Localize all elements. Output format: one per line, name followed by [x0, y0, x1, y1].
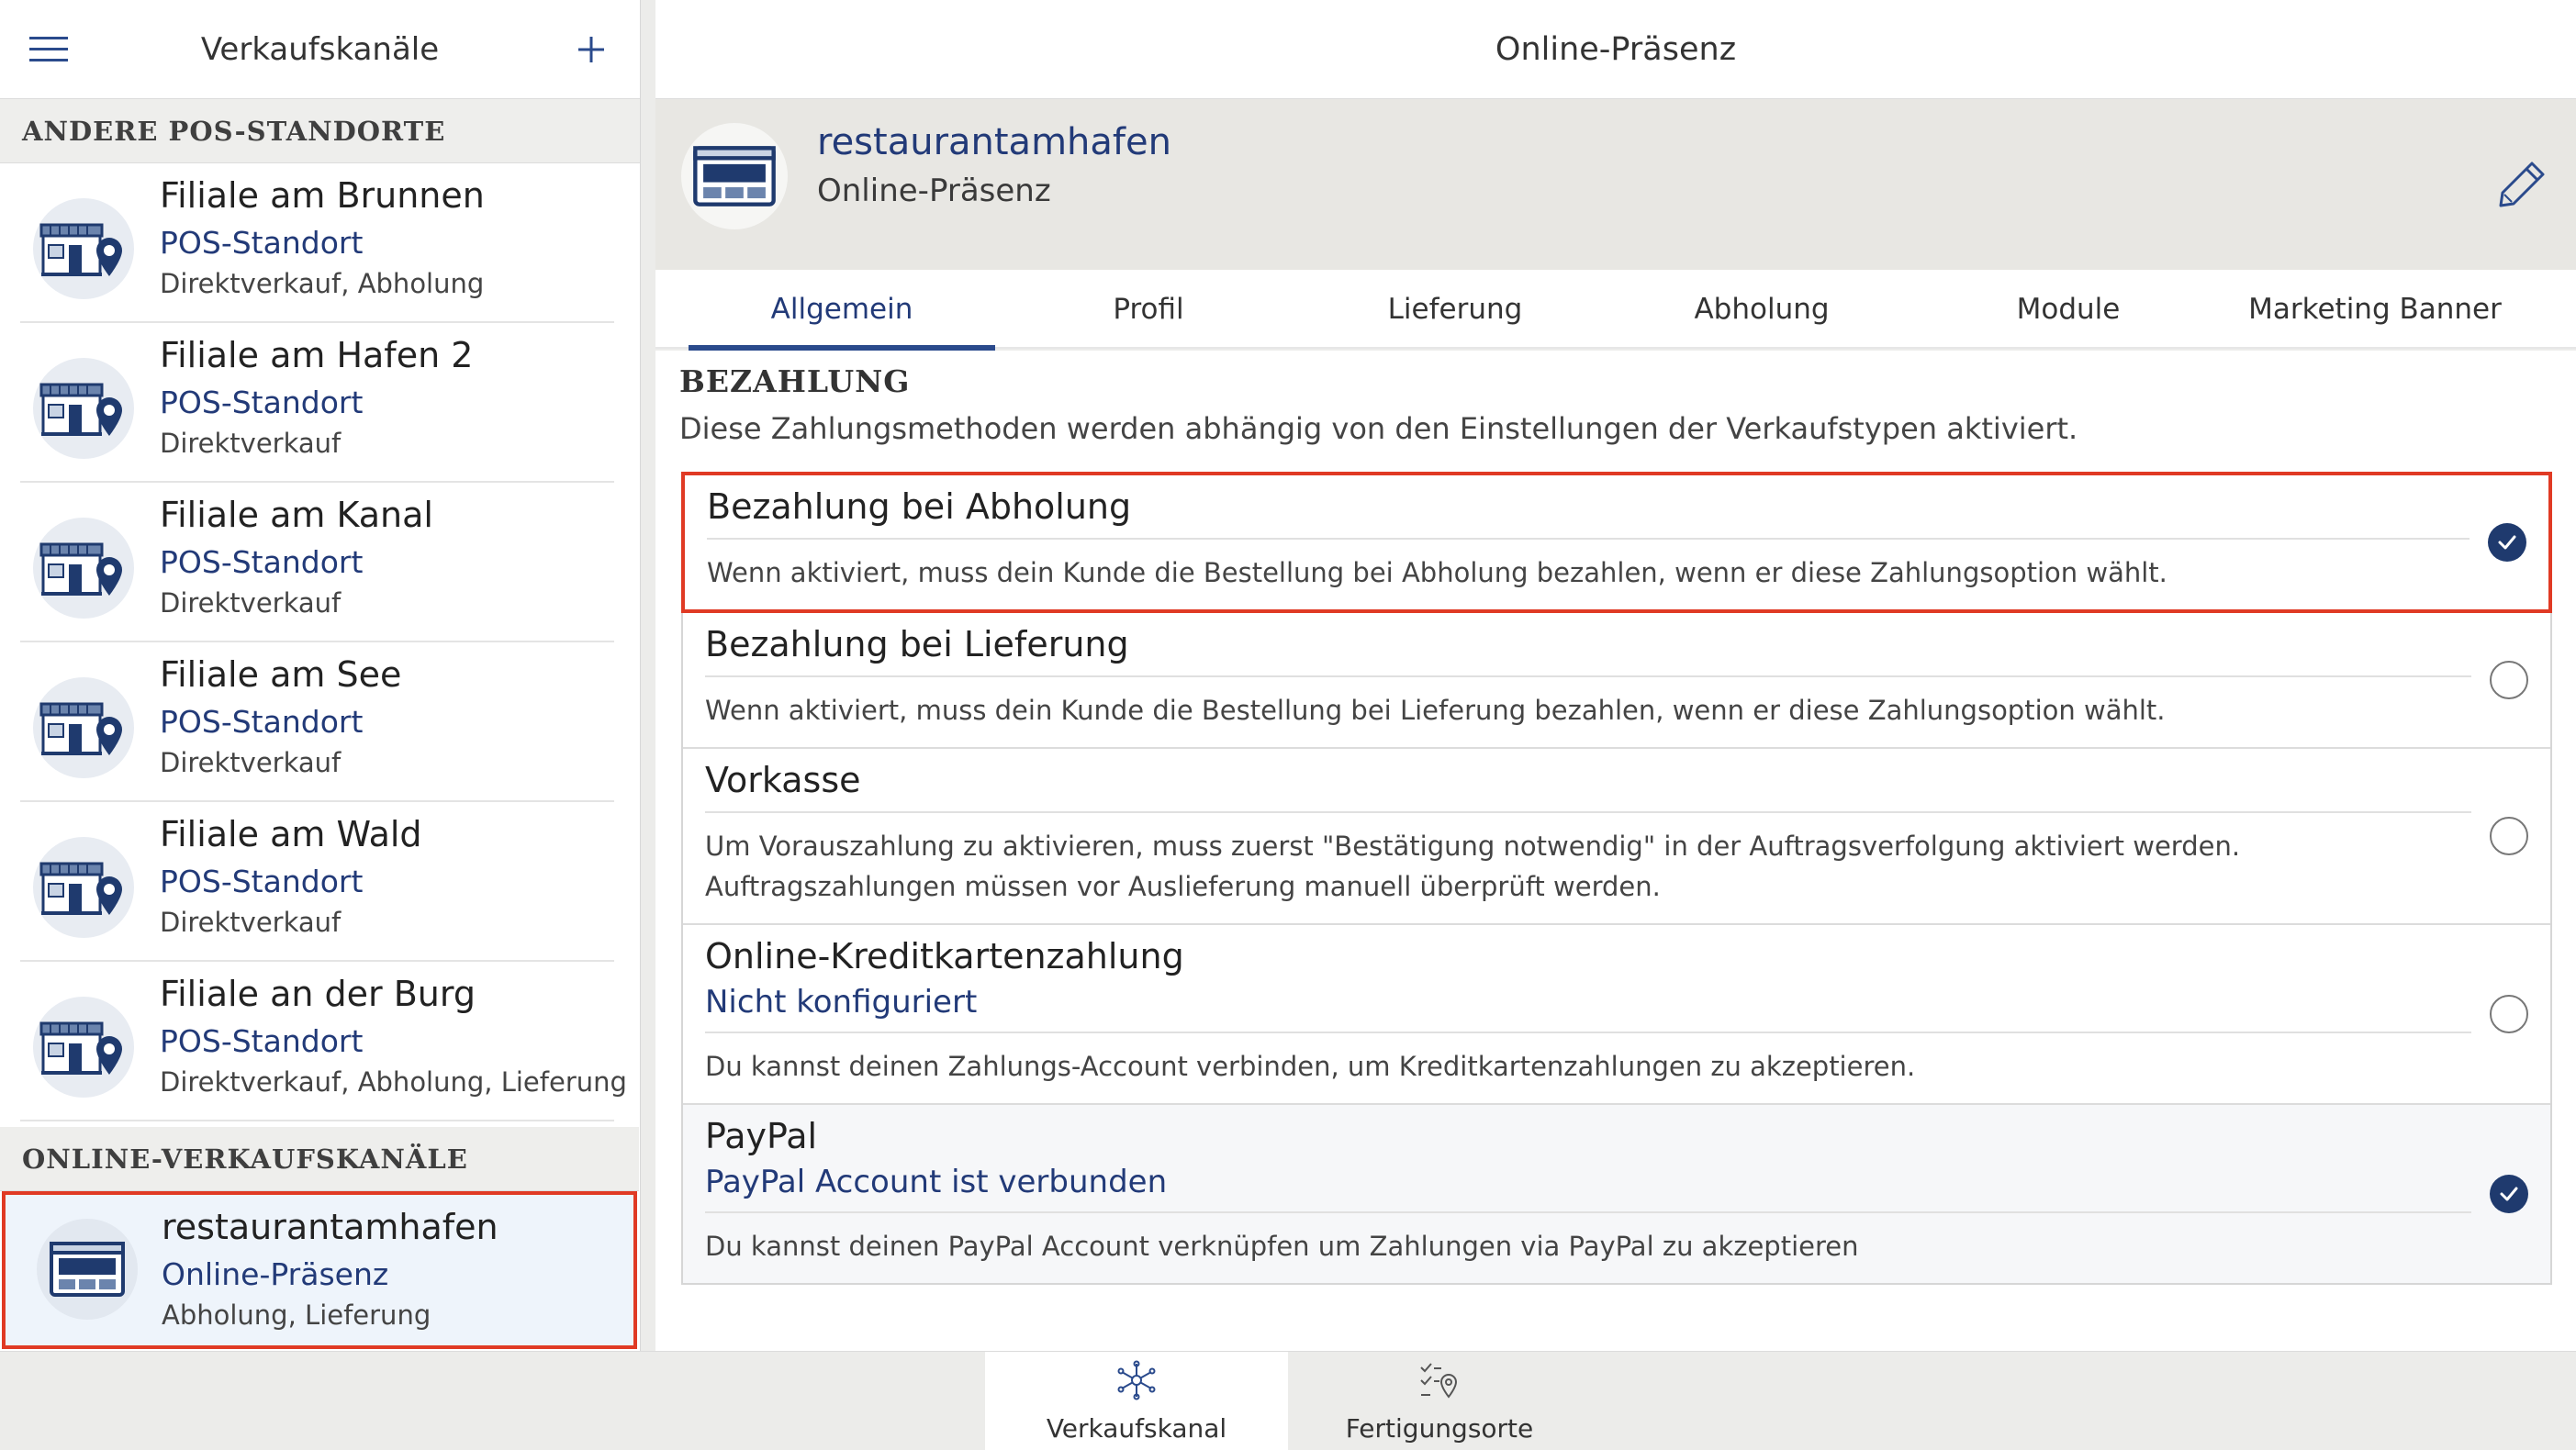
location-sales-types: Direktverkauf, Abholung, Lieferung — [160, 1066, 627, 1098]
store-location-icon — [33, 997, 134, 1098]
settings-tabs: Allgemein Profil Lieferung Abholung Module Ma… — [655, 270, 2576, 351]
section-header-pos: ANDERE POS-STANDORTE — [0, 99, 640, 163]
store-location-icon — [33, 677, 134, 778]
profile-name: restaurantamhafen — [817, 121, 1171, 163]
store-location-icon — [33, 198, 134, 299]
online-channel-type: Online-Präsenz — [162, 1256, 389, 1292]
app: Verkaufskanäle ANDERE POS-STANDORTE Fili… — [0, 0, 2576, 1450]
location-type: POS-Standort — [160, 1023, 364, 1059]
bottom-tab-label: Fertigungsorte — [1345, 1412, 1534, 1444]
tab-allgemein[interactable]: Allgemein — [689, 270, 995, 351]
payment-method-status: Nicht konfiguriert — [705, 984, 978, 1021]
tab-abholung[interactable]: Abholung — [1608, 270, 1915, 349]
tab-profil[interactable]: Profil — [995, 270, 1302, 349]
store-location-icon — [33, 837, 134, 938]
bottom-tab-fertigungsorte[interactable]: Fertigungsorte — [1288, 1352, 1591, 1450]
pos-location-item[interactable]: Filiale am Kanal POS-Standort Direktverkau… — [20, 483, 614, 642]
payment-section-description: Diese Zahlungsmethoden werden abhängig v… — [679, 411, 2078, 446]
payment-method-status: PayPal Account ist verbunden — [705, 1164, 1168, 1200]
online-presence-panel: Online-Präsenz restaurantamhafen Online-… — [655, 0, 2576, 1351]
payment-method-prepayment[interactable]: Vorkasse Um Vorauszahlung zu aktivieren, … — [683, 749, 2550, 925]
checked-radio[interactable] — [2488, 523, 2526, 562]
payment-method-pay-at-pickup[interactable]: Bezahlung bei Abholung Wenn aktiviert, mu… — [681, 472, 2552, 613]
location-name: Filiale am Kanal — [160, 495, 433, 535]
sales-channels-title: Verkaufskanäle — [200, 30, 440, 68]
location-sales-types: Direktverkauf — [160, 747, 342, 778]
pos-location-item[interactable]: Filiale am Hafen 2 POS-Standort Direktverk… — [20, 323, 614, 483]
pos-location-item[interactable]: Filiale an der Burg POS-Standort Direktver… — [20, 962, 627, 1121]
sales-channels-panel: Verkaufskanäle ANDERE POS-STANDORTE Fili… — [0, 0, 641, 1351]
payment-method-description: Wenn aktiviert, muss dein Kunde die Best… — [705, 695, 2166, 726]
location-sales-types: Direktverkauf — [160, 428, 342, 459]
location-sales-types: Direktverkauf — [160, 907, 342, 938]
web-window-icon — [37, 1219, 138, 1320]
location-sales-types: Direktverkauf — [160, 587, 342, 619]
location-type: POS-Standort — [160, 864, 364, 899]
sales-channels-header: Verkaufskanäle — [0, 0, 640, 99]
location-name: Filiale an der Burg — [160, 974, 476, 1014]
payment-method-description: Du kannst deinen PayPal Account verknüpf… — [705, 1231, 1859, 1262]
tab-marketing-banner[interactable]: Marketing Banner — [2222, 270, 2528, 349]
location-name: Filiale am Hafen 2 — [160, 335, 474, 375]
section-header-online: ONLINE-VERKAUFSKANÄLE — [0, 1127, 639, 1191]
pos-location-item[interactable]: Filiale am See POS-Standort Direktverkauf — [20, 642, 614, 802]
edit-button[interactable] — [2495, 156, 2550, 211]
payment-method-title: Bezahlung bei Abholung — [707, 486, 1132, 527]
hamburger-icon — [29, 36, 68, 61]
payment-method-online-credit-card[interactable]: Online-Kreditkartenzahlung Nicht konfigur… — [683, 925, 2550, 1105]
add-channel-button[interactable] — [566, 25, 616, 74]
pos-location-list: Filiale am Brunnen POS-Standort Direktverk… — [0, 163, 640, 1121]
panel-title: Online-Präsenz — [655, 0, 2576, 99]
location-type: POS-Standort — [160, 704, 364, 740]
payment-method-list: Bezahlung bei Abholung Wenn aktiviert, mu… — [681, 472, 2552, 1285]
unchecked-radio[interactable] — [2490, 817, 2528, 855]
snowflake-network-icon — [1117, 1360, 1156, 1400]
payment-method-title: Bezahlung bei Lieferung — [705, 624, 1129, 664]
online-channel-sales-types: Abholung, Lieferung — [162, 1299, 431, 1331]
web-window-icon — [681, 123, 788, 229]
location-name: Filiale am Brunnen — [160, 175, 485, 216]
pos-location-item[interactable]: Filiale am Brunnen POS-Standort Direktverk… — [20, 163, 614, 323]
store-location-icon — [33, 358, 134, 459]
payment-method-pay-on-delivery[interactable]: Bezahlung bei Lieferung Wenn aktiviert, m… — [683, 613, 2550, 749]
online-channel-item[interactable]: restaurantamhafen Online-Präsenz Abholun… — [2, 1191, 637, 1349]
menu-button[interactable] — [24, 25, 73, 74]
checklist-pin-icon — [1420, 1362, 1458, 1399]
bottom-tab-verkaufskanal[interactable]: Verkaufskanal — [985, 1352, 1288, 1450]
online-channel-name: restaurantamhafen — [162, 1207, 498, 1247]
general-settings-content: BEZAHLUNG Diese Zahlungsmethoden werden … — [655, 351, 2576, 1351]
profile-type: Online-Präsenz — [817, 173, 1051, 209]
payment-method-paypal[interactable]: PayPal PayPal Account ist verbunden Du kan… — [683, 1105, 2550, 1283]
plus-icon — [577, 36, 604, 62]
location-type: POS-Standort — [160, 225, 364, 261]
pencil-icon — [2499, 162, 2545, 207]
profile-bar: restaurantamhafen Online-Präsenz — [655, 99, 2576, 270]
unchecked-radio[interactable] — [2490, 661, 2528, 699]
location-name: Filiale am Wald — [160, 814, 422, 854]
bottom-navigation: Verkaufskanal Fertigungsorte — [0, 1351, 2576, 1450]
payment-method-title: Online-Kreditkartenzahlung — [705, 936, 1184, 976]
payment-method-title: PayPal — [705, 1116, 818, 1156]
location-sales-types: Direktverkauf, Abholung — [160, 268, 485, 299]
location-name: Filiale am See — [160, 654, 402, 695]
location-type: POS-Standort — [160, 385, 364, 420]
checked-radio[interactable] — [2490, 1175, 2528, 1213]
pos-location-item[interactable]: Filiale am Wald POS-Standort Direktverkauf — [20, 802, 614, 962]
payment-section-title: BEZAHLUNG — [679, 363, 911, 399]
payment-method-description: Um Vorauszahlung zu aktivieren, muss zue… — [705, 831, 2241, 902]
payment-method-title: Vorkasse — [705, 760, 861, 800]
tab-module[interactable]: Module — [1915, 270, 2222, 349]
bottom-tab-label: Verkaufskanal — [1046, 1412, 1227, 1444]
location-type: POS-Standort — [160, 544, 364, 580]
unchecked-radio[interactable] — [2490, 995, 2528, 1033]
payment-method-description: Wenn aktiviert, muss dein Kunde die Best… — [707, 557, 2167, 588]
payment-method-description: Du kannst deinen Zahlungs-Account verbin… — [705, 1051, 1916, 1082]
tab-lieferung[interactable]: Lieferung — [1302, 270, 1608, 349]
store-location-icon — [33, 518, 134, 619]
